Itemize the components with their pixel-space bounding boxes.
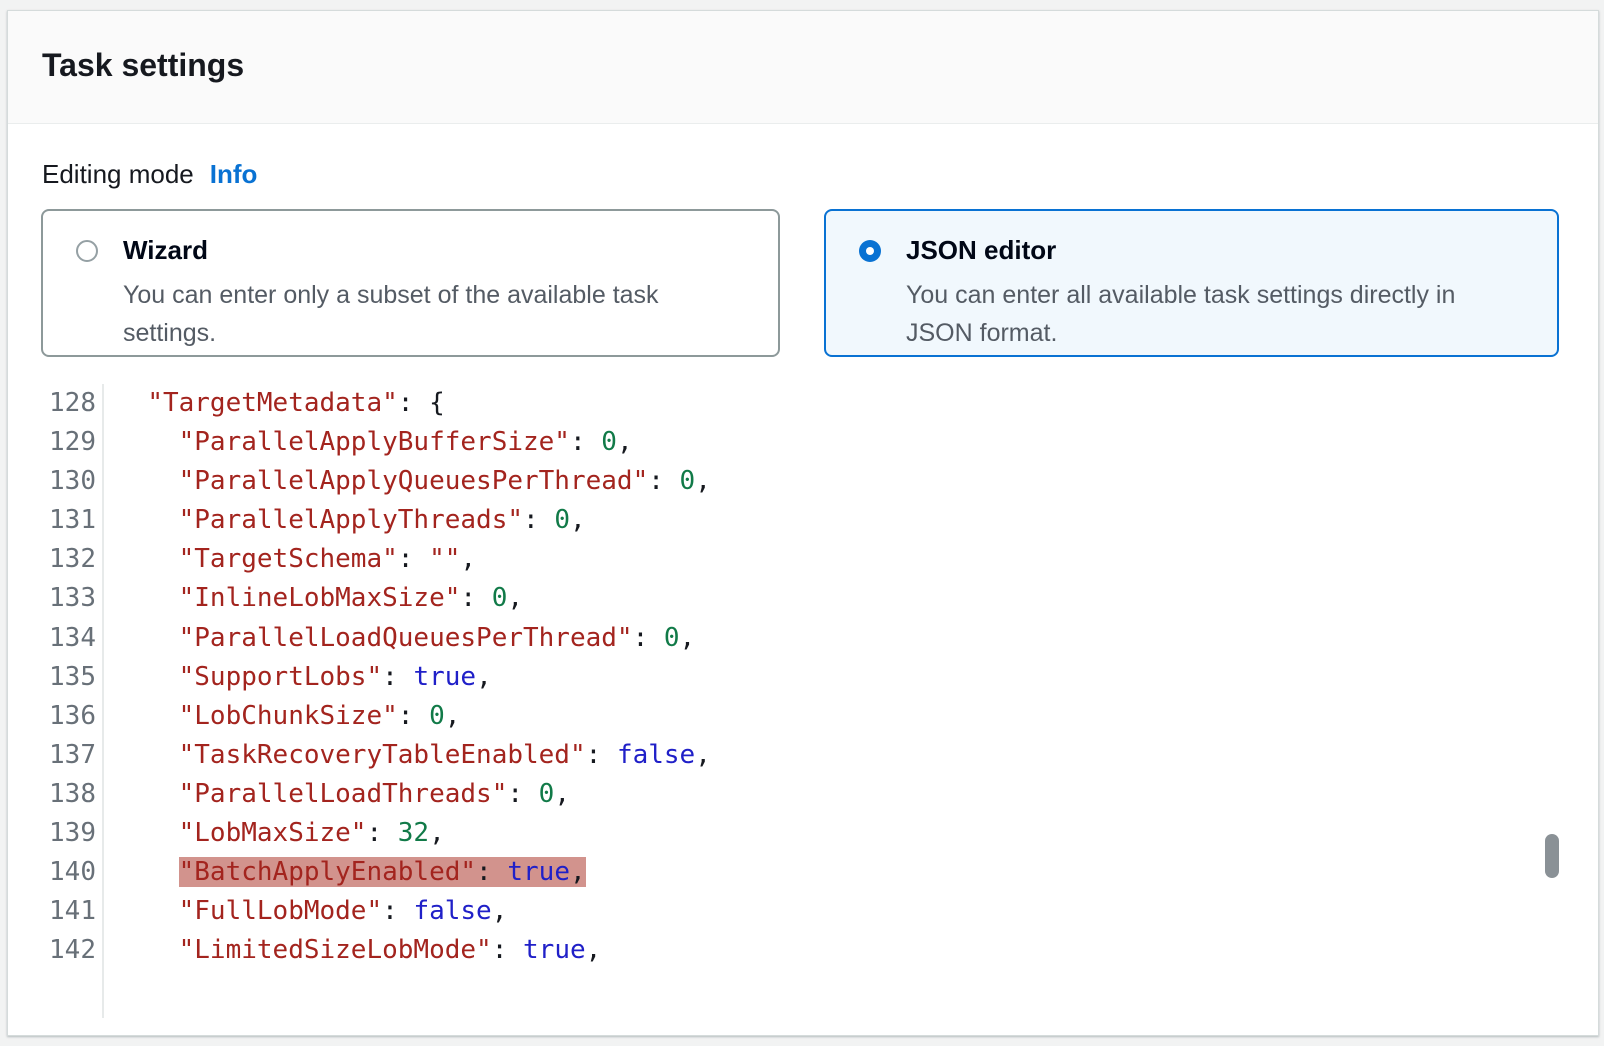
tile-wizard[interactable]: Wizard You can enter only a subset of th…: [41, 209, 780, 357]
line-number[interactable]: 135: [8, 658, 104, 697]
code-text[interactable]: "ParallelLoadThreads": 0,: [104, 775, 1560, 814]
code-line-135[interactable]: 135 "SupportLobs": true,: [8, 658, 1560, 697]
tile-wizard-title: Wizard: [123, 235, 208, 266]
tile-json-editor-head: JSON editor: [859, 235, 1529, 266]
code-text[interactable]: "ParallelLoadQueuesPerThread": 0,: [104, 619, 1560, 658]
code-lines: 128 "TargetMetadata": {129 "ParallelAppl…: [8, 384, 1560, 970]
code-line-142[interactable]: 142 "LimitedSizeLobMode": true,: [8, 931, 1560, 970]
page-title: Task settings: [42, 47, 244, 84]
info-link[interactable]: Info: [210, 159, 258, 190]
code-line-130[interactable]: 130 "ParallelApplyQueuesPerThread": 0,: [8, 462, 1560, 501]
tile-wizard-head: Wizard: [76, 235, 750, 266]
radio-unselected-icon[interactable]: [76, 240, 98, 262]
code-text[interactable]: "SupportLobs": true,: [104, 658, 1560, 697]
json-code-editor[interactable]: 128 "TargetMetadata": {129 "ParallelAppl…: [8, 384, 1560, 1018]
line-number[interactable]: 130: [8, 462, 104, 501]
code-line-141[interactable]: 141 "FullLobMode": false,: [8, 892, 1560, 931]
code-line-131[interactable]: 131 "ParallelApplyThreads": 0,: [8, 501, 1560, 540]
line-number[interactable]: 141: [8, 892, 104, 931]
code-text[interactable]: "LobChunkSize": 0,: [104, 697, 1560, 736]
panel-header: Task settings: [8, 11, 1598, 124]
code-line-134[interactable]: 134 "ParallelLoadQueuesPerThread": 0,: [8, 619, 1560, 658]
code-text[interactable]: "TaskRecoveryTableEnabled": false,: [104, 736, 1560, 775]
radio-selected-icon[interactable]: [859, 240, 881, 262]
code-line-133[interactable]: 133 "InlineLobMaxSize": 0,: [8, 579, 1560, 618]
code-line-136[interactable]: 136 "LobChunkSize": 0,: [8, 697, 1560, 736]
code-text[interactable]: "InlineLobMaxSize": 0,: [104, 579, 1560, 618]
line-number[interactable]: 129: [8, 423, 104, 462]
code-text[interactable]: "LimitedSizeLobMode": true,: [104, 931, 1560, 970]
code-text[interactable]: "TargetMetadata": {: [104, 384, 1560, 423]
code-line-128[interactable]: 128 "TargetMetadata": {: [8, 384, 1560, 423]
line-number[interactable]: 139: [8, 814, 104, 853]
line-number[interactable]: 131: [8, 501, 104, 540]
line-number[interactable]: 132: [8, 540, 104, 579]
line-number[interactable]: 142: [8, 931, 104, 970]
code-line-132[interactable]: 132 "TargetSchema": "",: [8, 540, 1560, 579]
code-text[interactable]: "LobMaxSize": 32,: [104, 814, 1560, 853]
line-number[interactable]: 137: [8, 736, 104, 775]
code-line-129[interactable]: 129 "ParallelApplyBufferSize": 0,: [8, 423, 1560, 462]
code-line-140[interactable]: 140 "BatchApplyEnabled": true,: [8, 853, 1560, 892]
editing-mode-tiles: Wizard You can enter only a subset of th…: [41, 209, 1559, 357]
editing-mode-label: Editing mode: [42, 159, 194, 190]
code-text[interactable]: "ParallelApplyQueuesPerThread": 0,: [104, 462, 1560, 501]
scrollbar-thumb[interactable]: [1545, 834, 1559, 878]
code-line-138[interactable]: 138 "ParallelLoadThreads": 0,: [8, 775, 1560, 814]
line-number[interactable]: 128: [8, 384, 104, 423]
line-number[interactable]: 138: [8, 775, 104, 814]
tile-json-editor[interactable]: JSON editor You can enter all available …: [824, 209, 1559, 357]
code-text[interactable]: "BatchApplyEnabled": true,: [104, 853, 1560, 892]
task-settings-panel: Task settings Editing mode Info Wizard Y…: [7, 10, 1599, 1036]
line-number[interactable]: 134: [8, 619, 104, 658]
tile-wizard-description: You can enter only a subset of the avail…: [123, 276, 723, 352]
gutter-tail: [8, 970, 1560, 1018]
code-text[interactable]: "ParallelApplyThreads": 0,: [104, 501, 1560, 540]
code-line-137[interactable]: 137 "TaskRecoveryTableEnabled": false,: [8, 736, 1560, 775]
code-text[interactable]: "TargetSchema": "",: [104, 540, 1560, 579]
line-number[interactable]: 136: [8, 697, 104, 736]
code-text[interactable]: "ParallelApplyBufferSize": 0,: [104, 423, 1560, 462]
code-line-139[interactable]: 139 "LobMaxSize": 32,: [8, 814, 1560, 853]
tile-json-editor-description: You can enter all available task setting…: [906, 276, 1506, 352]
code-text[interactable]: "FullLobMode": false,: [104, 892, 1560, 931]
highlighted-text: "BatchApplyEnabled": true,: [179, 857, 586, 887]
line-number[interactable]: 140: [8, 853, 104, 892]
editing-mode-row: Editing mode Info: [42, 159, 257, 190]
tile-json-editor-title: JSON editor: [906, 235, 1056, 266]
line-number[interactable]: 133: [8, 579, 104, 618]
